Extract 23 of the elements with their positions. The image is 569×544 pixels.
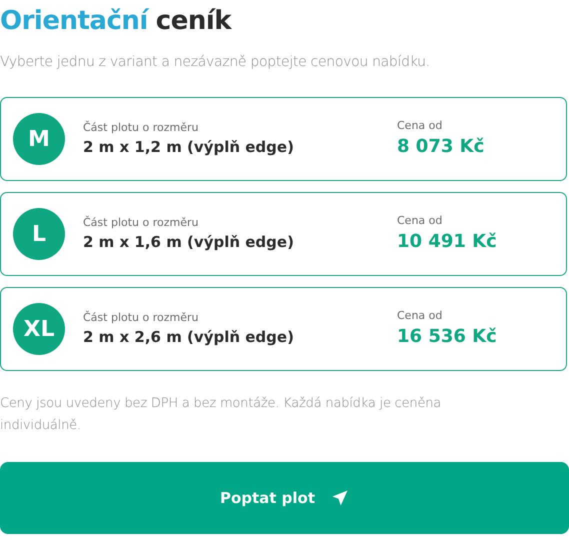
variant-dimensions: 2 m x 2,6 m (výplň edge) xyxy=(83,327,295,348)
note: Ceny jsou uvedeny bez DPH a bez montáže. Každá nabídka je ceněna individuálně. xyxy=(0,395,442,435)
title: ceník xyxy=(156,5,232,38)
price-label: Cena od xyxy=(397,118,444,134)
subtitle: Vyberte jednu z variant a nezávazně poptejte cenovou nabídku. xyxy=(0,53,431,72)
variant-card[interactable]: L Část plotu o rozměru 2 m x 1,6 m (výplň edge) Cena od 10 491 Kč xyxy=(0,192,567,276)
size-badge: M xyxy=(13,113,65,165)
variant-label: Část plotu o rozměru xyxy=(83,120,200,136)
price: 10 491 Kč xyxy=(397,230,497,254)
variant-label: Část plotu o rozměru xyxy=(83,215,200,231)
title-highlight: Orientační xyxy=(0,5,148,38)
size-badge: XL xyxy=(13,303,65,355)
send-icon xyxy=(331,489,350,507)
price-label: Cena od xyxy=(397,213,444,229)
variant-dimensions: 2 m x 1,2 m (výplň edge) xyxy=(83,137,295,158)
variant-label: Část plotu o rozměru xyxy=(83,310,200,326)
price: 16 536 Kč xyxy=(397,325,497,349)
variant-dimensions: 2 m x 1,6 m (výplň edge) xyxy=(83,232,295,253)
price: 8 073 Kč xyxy=(397,135,484,159)
variant-card[interactable]: M Část plotu o rozměru 2 m x 1,2 m (výplň edge) Cena od 8 073 Kč xyxy=(0,97,567,181)
size-badge: L xyxy=(13,208,65,260)
variant-card[interactable]: XL Část plotu o rozměru 2 m x 2,6 m (výplň edge) Cena od 16 536 Kč xyxy=(0,287,567,371)
price-label: Cena od xyxy=(397,308,444,324)
